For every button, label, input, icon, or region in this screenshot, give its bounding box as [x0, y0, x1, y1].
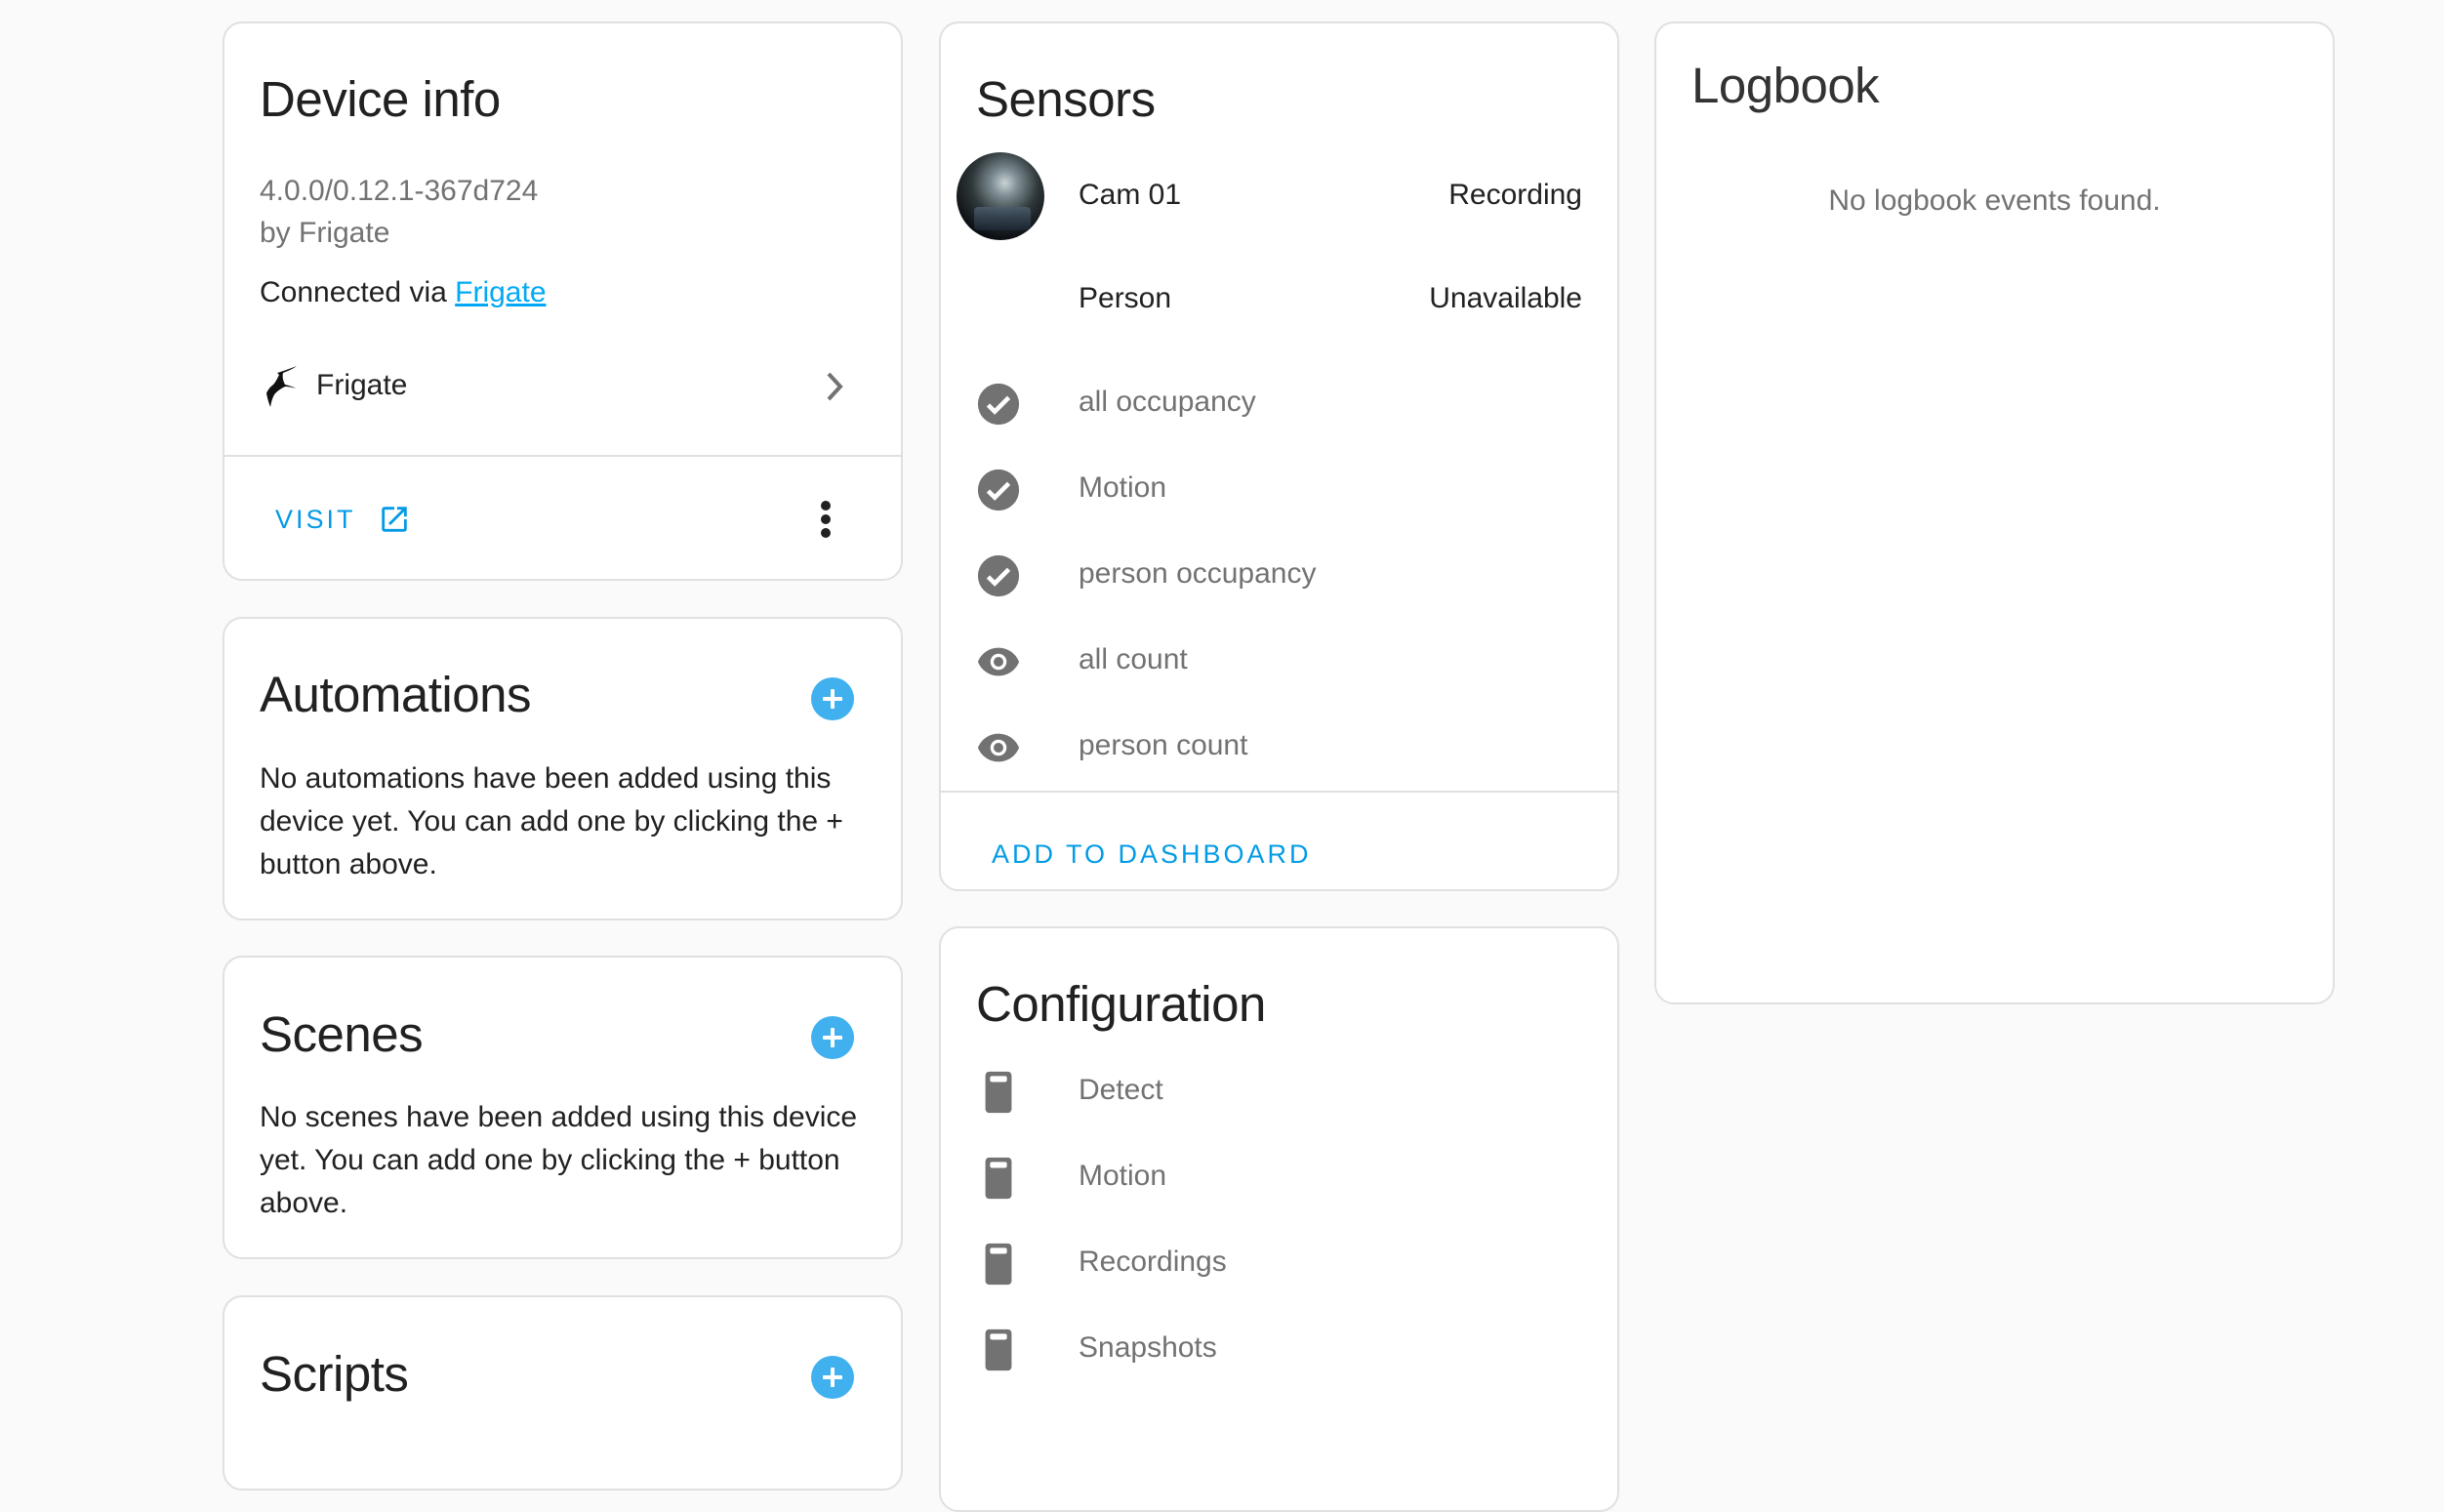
- logbook-card: Logbook No logbook events found.: [1654, 21, 2335, 1004]
- logbook-title: Logbook: [1691, 58, 1880, 113]
- connected-via: Connected via Frigate: [260, 276, 547, 309]
- device-info-card: Device info 4.0.0/0.12.1-367d724 by Frig…: [223, 21, 903, 581]
- open-in-new-icon: [381, 507, 407, 532]
- configuration-card: Configuration Detect Motion Recordings S…: [939, 926, 1619, 1512]
- logbook-empty-message: No logbook events found.: [1828, 184, 2161, 217]
- toggle-switch-off-icon: [985, 1157, 1012, 1200]
- frigate-bird-logo-icon: [266, 366, 297, 407]
- device-info-title: Device info: [260, 71, 501, 127]
- automations-card: Automations No automations have been add…: [223, 617, 903, 920]
- toggle-switch-off-icon: [985, 1243, 1012, 1286]
- automations-description: No automations have been added using thi…: [260, 762, 843, 880]
- config-row-detect[interactable]: Detect: [941, 1048, 1617, 1134]
- sensors-card: Sensors Cam 01 Recording Person Unavaila…: [939, 21, 1619, 891]
- config-row-snapshots[interactable]: Snapshots: [941, 1306, 1617, 1392]
- chevron-right-icon: [827, 372, 843, 401]
- camera-thumbnail: [957, 152, 1044, 240]
- scenes-card: Scenes No scenes have been added using t…: [223, 956, 903, 1259]
- connected-via-link[interactable]: Frigate: [455, 276, 546, 308]
- sensor-name: all count: [1079, 643, 1188, 675]
- config-row-recordings[interactable]: Recordings: [941, 1220, 1617, 1306]
- visit-label: VISIT: [275, 504, 356, 534]
- integration-row[interactable]: Frigate: [224, 340, 901, 433]
- sensor-row-motion[interactable]: Motion: [941, 446, 1617, 532]
- scenes-title: Scenes: [260, 1006, 424, 1062]
- toggle-switch-off-icon: [985, 1071, 1012, 1114]
- sensors-title: Sensors: [976, 71, 1156, 127]
- more-options-icon[interactable]: [819, 500, 833, 539]
- sensor-row-person[interactable]: Person Unavailable: [941, 257, 1617, 343]
- sensor-row-cam-01[interactable]: Cam 01 Recording: [941, 152, 1617, 240]
- add-to-dashboard-button[interactable]: ADD TO DASHBOARD: [992, 839, 1312, 870]
- config-name: Motion: [1079, 1160, 1167, 1192]
- add-automation-button[interactable]: [811, 677, 854, 720]
- check-circle-icon: [977, 554, 1020, 597]
- device-version: 4.0.0/0.12.1-367d724: [260, 175, 539, 207]
- sensor-name: Cam 01: [1079, 179, 1182, 211]
- scripts-title: Scripts: [260, 1346, 409, 1402]
- sensor-name: Motion: [1079, 471, 1167, 504]
- sensor-row-all-occupancy[interactable]: all occupancy: [941, 360, 1617, 446]
- check-circle-icon: [977, 469, 1020, 511]
- config-name: Detect: [1079, 1074, 1163, 1106]
- configuration-title: Configuration: [976, 976, 1266, 1032]
- config-row-motion[interactable]: Motion: [941, 1134, 1617, 1220]
- check-circle-icon: [977, 383, 1020, 426]
- eye-icon: [977, 733, 1020, 762]
- toggle-switch-off-icon: [985, 1328, 1012, 1371]
- sensors-divider: [941, 791, 1617, 793]
- sensor-state: Unavailable: [1429, 282, 1582, 314]
- add-scene-button[interactable]: [811, 1016, 854, 1059]
- connected-via-label: Connected via: [260, 276, 456, 308]
- sensor-row-person-occupancy[interactable]: person occupancy: [941, 532, 1617, 618]
- scripts-card: Scripts: [223, 1295, 903, 1491]
- automations-title: Automations: [260, 667, 532, 722]
- sensor-name: all occupancy: [1079, 386, 1256, 418]
- sensor-row-all-count[interactable]: all count: [941, 618, 1617, 704]
- visit-button[interactable]: VISIT: [275, 503, 411, 536]
- scenes-description: No scenes have been added using this dev…: [260, 1101, 858, 1219]
- add-script-button[interactable]: [811, 1356, 854, 1399]
- config-name: Recordings: [1079, 1246, 1227, 1278]
- sensor-name: person occupancy: [1079, 557, 1317, 590]
- sensor-row-person-count[interactable]: person count: [941, 704, 1617, 790]
- config-name: Snapshots: [1079, 1331, 1217, 1364]
- sensor-state: Recording: [1448, 179, 1582, 211]
- device-manufacturer: by Frigate: [260, 217, 390, 249]
- integration-name: Frigate: [316, 369, 408, 401]
- sensor-name: Person: [1079, 282, 1172, 314]
- sensor-name: person count: [1079, 729, 1248, 761]
- eye-icon: [977, 647, 1020, 676]
- device-info-divider: [224, 455, 901, 457]
